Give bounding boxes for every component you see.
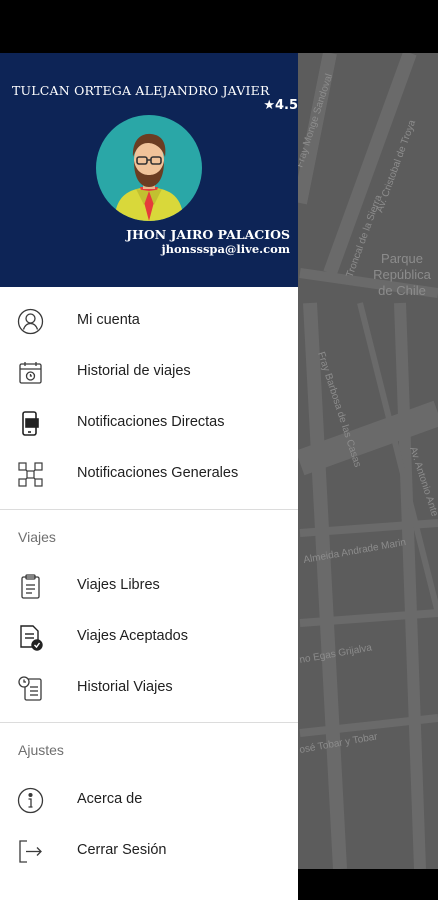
menu-item-notificaciones-directas[interactable]: Notificaciones Directas <box>0 398 298 449</box>
driver-name: JHON JAIRO PALACIOS <box>126 227 290 242</box>
drawer-header: TULCAN ORTEGA ALEJANDRO JAVIER ★4.5 JHON… <box>0 53 298 287</box>
menu-item-acerca-de[interactable]: Acerca de <box>0 775 298 826</box>
map-label-parque: Parque <box>381 251 423 266</box>
clipboard-icon <box>17 573 44 600</box>
menu-item-mi-cuenta[interactable]: Mi cuenta <box>0 296 298 347</box>
rider-name: TULCAN ORTEGA ALEJANDRO JAVIER <box>12 83 270 98</box>
phone-notification-icon <box>17 410 44 437</box>
avatar[interactable] <box>96 115 202 221</box>
menu-item-label: Historial de viajes <box>77 363 191 379</box>
menu-item-label: Viajes Libres <box>77 577 160 593</box>
menu-item-label: Acerca de <box>77 791 143 807</box>
menu-item-notificaciones-generales[interactable]: Notificaciones Generales <box>0 449 298 500</box>
menu-item-viajes-aceptados[interactable]: Viajes Aceptados <box>0 612 298 663</box>
user-icon <box>17 308 44 335</box>
navigation-drawer: TULCAN ORTEGA ALEJANDRO JAVIER ★4.5 JHON… <box>0 53 298 900</box>
menu-item-label: Notificaciones Generales <box>77 465 239 481</box>
menu-item-cerrar-sesion[interactable]: Cerrar Sesión <box>0 826 298 877</box>
menu-item-label: Viajes Aceptados <box>77 628 188 644</box>
calendar-history-icon <box>17 359 44 386</box>
clock-document-icon <box>17 675 44 702</box>
menu-item-label: Historial Viajes <box>77 679 173 695</box>
menu-item-label: Notificaciones Directas <box>77 414 225 430</box>
menu-item-label: Mi cuenta <box>77 312 140 328</box>
divider <box>0 722 298 723</box>
status-bar <box>0 0 438 53</box>
divider <box>0 509 298 510</box>
section-title-ajustes: Ajustes <box>18 742 64 758</box>
menu-item-historial-de-viajes[interactable]: Historial de viajes <box>0 347 298 398</box>
document-check-icon <box>17 624 44 651</box>
info-icon <box>17 787 44 814</box>
rating-badge: ★4.5 <box>263 98 298 113</box>
logout-icon <box>17 838 44 865</box>
section-title-viajes: Viajes <box>18 529 56 545</box>
network-notification-icon <box>17 461 44 488</box>
menu-item-label: Cerrar Sesión <box>77 842 167 858</box>
driver-avatar-illustration <box>114 133 184 221</box>
menu-item-viajes-libres[interactable]: Viajes Libres <box>0 561 298 612</box>
driver-email: jhonssspa@live.com <box>161 242 290 256</box>
menu-item-historial-viajes[interactable]: Historial Viajes <box>0 663 298 714</box>
map-label-republica: República <box>373 267 432 282</box>
map-label-de-chile: de Chile <box>378 283 426 298</box>
